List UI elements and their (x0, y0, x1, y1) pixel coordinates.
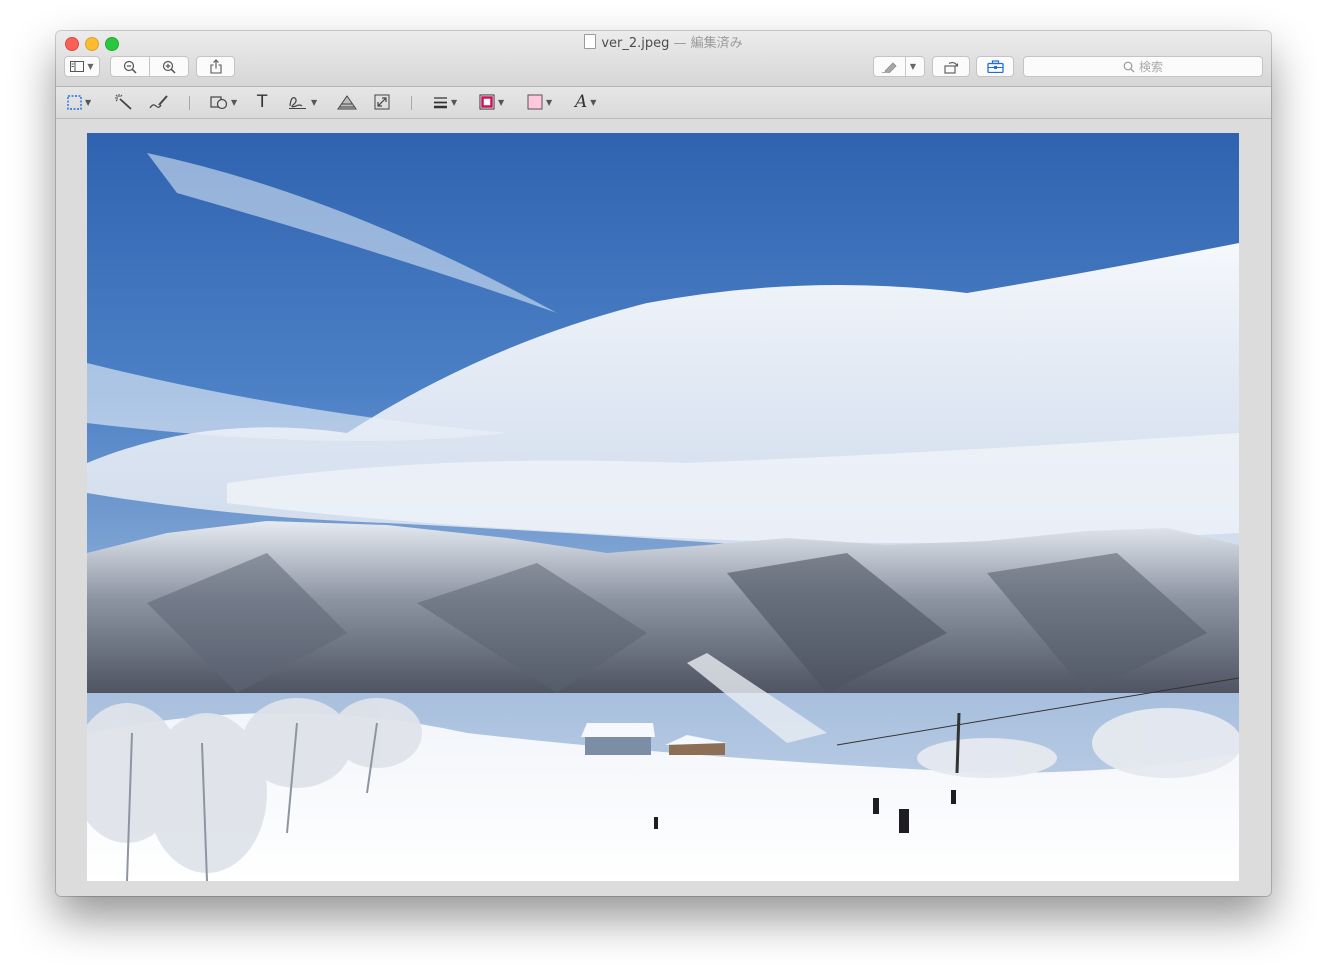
sign-tool[interactable]: ▼ (288, 92, 317, 112)
instant-alpha-tool[interactable] (115, 92, 133, 112)
rect-selection-icon (67, 94, 82, 110)
instant-alpha-icon (115, 94, 132, 110)
chevron-down-icon: ▼ (590, 97, 597, 107)
window-title: ver_2.jpeg — 編集済み (56, 34, 1271, 53)
toolbar-divider (189, 96, 190, 110)
rotate-button[interactable] (932, 56, 970, 77)
sidebar-icon (70, 61, 85, 72)
zoom-out-button[interactable] (110, 56, 150, 77)
chevron-down-icon[interactable]: ▼ (910, 62, 916, 71)
border-color-icon (479, 94, 495, 110)
file-name: ver_2.jpeg (601, 36, 670, 51)
search-icon (1123, 61, 1135, 72)
text-tool[interactable]: T (257, 92, 267, 112)
markup-toolbar: ▼ ▼ T ▼ ▼ ▼ ▼ A ▼ (56, 87, 1271, 119)
title-bar: ver_2.jpeg — 編集済み ▼ ▼ 検索 (56, 31, 1271, 87)
zoom-in-icon (162, 60, 176, 74)
zoom-out-icon (123, 60, 137, 74)
document-icon (584, 34, 597, 49)
highlight-divider (904, 57, 906, 76)
photo-image (87, 133, 1239, 881)
adjust-color-icon (337, 94, 357, 109)
chevron-down-icon: ▼ (231, 97, 238, 107)
border-color-tool[interactable]: ▼ (479, 92, 504, 112)
text-icon: T (257, 92, 268, 112)
toolbox-icon (986, 60, 1004, 73)
share-button[interactable] (196, 56, 235, 77)
document-canvas[interactable] (56, 119, 1271, 896)
text-style-icon: A (575, 92, 588, 112)
share-icon (209, 59, 222, 74)
fill-color-tool[interactable]: ▼ (527, 92, 552, 112)
adjust-size-icon (374, 94, 390, 110)
chevron-down-icon: ▼ (87, 62, 94, 71)
toolbar-divider (411, 96, 412, 110)
chevron-down-icon: ▼ (85, 97, 92, 107)
zoom-in-button[interactable] (149, 56, 189, 77)
shapes-icon (210, 95, 228, 109)
chevron-down-icon: ▼ (498, 97, 505, 107)
sketch-icon (149, 95, 168, 109)
markup-toolbar-button[interactable] (976, 56, 1014, 77)
sign-icon (289, 97, 306, 109)
text-style-tool[interactable]: A ▼ (575, 92, 596, 112)
search-field[interactable]: 検索 (1023, 56, 1263, 77)
preview-window: ver_2.jpeg — 編集済み ▼ ▼ 検索 ▼ ▼ T ▼ ▼ ▼ ▼ A… (56, 31, 1271, 896)
adjust-size-tool[interactable] (374, 92, 390, 112)
chevron-down-icon: ▼ (311, 97, 318, 107)
fill-color-icon (527, 94, 543, 110)
adjust-color-tool[interactable] (337, 92, 357, 112)
chevron-down-icon: ▼ (546, 97, 553, 107)
highlight-button[interactable]: ▼ (873, 56, 925, 77)
edit-status: 編集済み (690, 36, 743, 51)
shape-style-tool[interactable]: ▼ (433, 92, 457, 112)
title-separator: — (673, 36, 687, 51)
shape-style-icon (434, 96, 447, 108)
sketch-tool[interactable] (149, 92, 169, 112)
selection-tool[interactable]: ▼ (67, 92, 91, 112)
search-placeholder: 検索 (1138, 60, 1163, 74)
shapes-tool[interactable]: ▼ (210, 92, 237, 112)
sidebar-button[interactable]: ▼ (64, 56, 100, 77)
rotate-icon (943, 61, 958, 74)
highlighter-icon (881, 61, 897, 73)
chevron-down-icon: ▼ (451, 97, 458, 107)
